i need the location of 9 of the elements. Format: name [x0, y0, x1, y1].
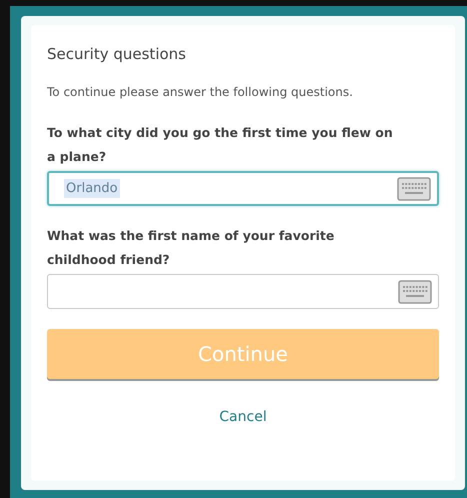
keyboard-icon[interactable] — [398, 280, 432, 304]
dialog-title: Security questions — [47, 45, 187, 63]
answer-field[interactable]: Orlando — [47, 171, 439, 206]
instruction-text: To continue please answer the following questions. — [47, 85, 354, 99]
keyboard-icon[interactable] — [397, 176, 431, 200]
answer-field[interactable] — [47, 274, 439, 309]
question-label: What was the first name of your favorite childhood friend? — [47, 227, 336, 269]
cancel-link[interactable]: Cancel — [219, 409, 267, 425]
question-label: To what city did you go the first time you flew on a plane? — [47, 124, 394, 166]
